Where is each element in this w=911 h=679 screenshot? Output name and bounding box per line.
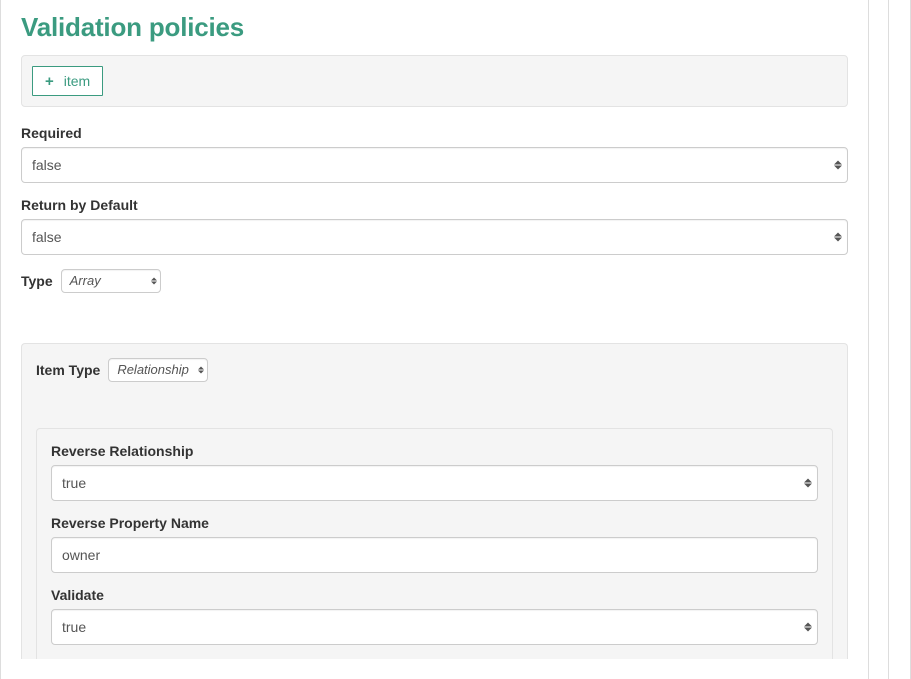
reverse-relationship-label: Reverse Relationship bbox=[51, 443, 818, 459]
reverse-property-name-label: Reverse Property Name bbox=[51, 515, 818, 531]
item-type-select[interactable]: Relationship bbox=[108, 358, 208, 382]
section-heading: Validation policies bbox=[21, 12, 848, 43]
item-type-panel: Item Type Relationship Reverse Relations… bbox=[21, 343, 848, 659]
return-by-default-group: Return by Default false bbox=[21, 197, 848, 255]
plus-icon: + bbox=[45, 74, 54, 89]
relationship-details-panel: Reverse Relationship true Reverse Proper… bbox=[36, 428, 833, 659]
return-by-default-label: Return by Default bbox=[21, 197, 848, 213]
required-label: Required bbox=[21, 125, 848, 141]
validation-policies-panel: + item bbox=[21, 55, 848, 107]
add-item-button[interactable]: + item bbox=[32, 66, 103, 96]
required-select[interactable]: false bbox=[21, 147, 848, 183]
return-by-default-select[interactable]: false bbox=[21, 219, 848, 255]
validate-group: Validate true bbox=[51, 587, 818, 645]
reverse-relationship-select[interactable]: true bbox=[51, 465, 818, 501]
form-container: Validation policies + item Required fals… bbox=[0, 0, 869, 679]
item-type-group: Item Type Relationship bbox=[36, 358, 833, 382]
type-select[interactable]: Array bbox=[61, 269, 161, 293]
reverse-property-name-input[interactable] bbox=[51, 537, 818, 573]
reverse-property-name-group: Reverse Property Name bbox=[51, 515, 818, 573]
reverse-relationship-group: Reverse Relationship true bbox=[51, 443, 818, 501]
validate-select[interactable]: true bbox=[51, 609, 818, 645]
add-item-label: item bbox=[64, 73, 90, 89]
validate-label: Validate bbox=[51, 587, 818, 603]
type-group: Type Array bbox=[21, 269, 848, 293]
item-type-label: Item Type bbox=[36, 362, 100, 378]
type-label: Type bbox=[21, 273, 53, 289]
required-group: Required false bbox=[21, 125, 848, 183]
